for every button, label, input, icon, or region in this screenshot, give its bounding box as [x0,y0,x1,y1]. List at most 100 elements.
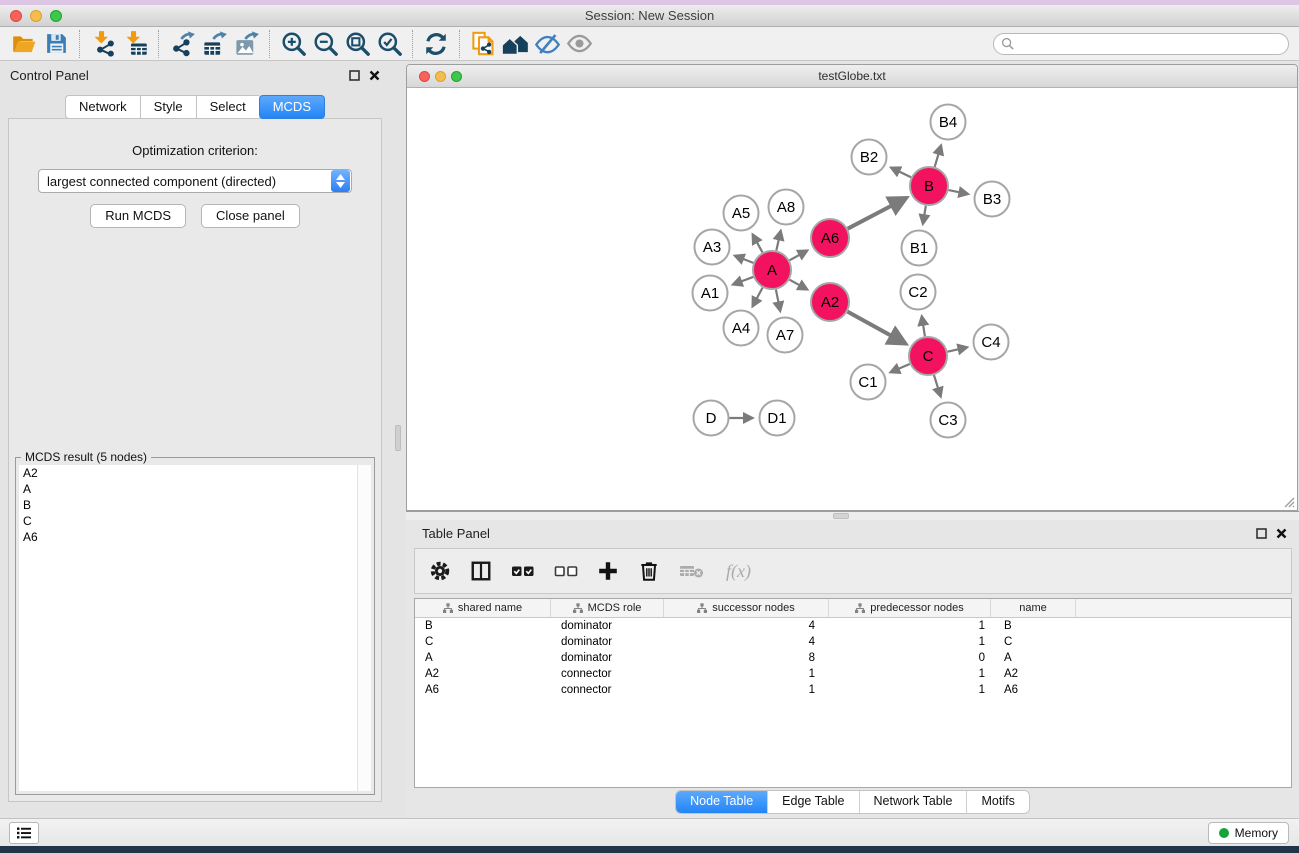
network-window-titlebar[interactable]: testGlobe.txt [407,65,1297,88]
zoom-window-icon[interactable] [50,10,62,22]
mcds-result-item[interactable]: B [19,497,357,513]
new-network-from-selection-icon[interactable] [467,29,499,59]
show-all-icon[interactable] [563,29,595,59]
graph-edge-B-B1[interactable] [923,206,926,224]
graph-edge-C-C2[interactable] [922,316,925,336]
graph-edge-A-A2[interactable] [790,280,808,290]
column-header-predecessor-nodes[interactable]: predecessor nodes [829,599,991,617]
save-session-icon[interactable] [40,29,72,59]
tab-motifs[interactable]: Motifs [967,791,1028,813]
tab-node-table[interactable]: Node Table [676,791,768,813]
tab-style[interactable]: Style [140,95,196,119]
toolbar-search[interactable] [993,33,1289,55]
table-cell: 4 [664,620,829,632]
hide-selected-icon[interactable] [531,29,563,59]
app-titlebar: Session: New Session [0,5,1299,27]
network-canvas[interactable]: B4B2BB3A5A8A6A3B1AA1C2A2A4A7C4CC1C3DD1 [407,88,1297,510]
mcds-result-item[interactable]: C [19,513,357,529]
float-table-panel-icon[interactable] [1256,528,1267,539]
network-minimize-icon[interactable] [435,71,446,82]
table-options-icon[interactable] [429,560,451,582]
network-zoom-icon[interactable] [451,71,462,82]
mcds-result-item[interactable]: A6 [19,529,357,545]
export-table-icon[interactable] [198,29,230,59]
graph-edge-A2-C[interactable] [848,312,906,344]
tab-network[interactable]: Network [65,95,140,119]
close-window-icon[interactable] [10,10,22,22]
graph-node-label-A: A [767,262,777,279]
graph-edge-A-A3[interactable] [735,256,753,263]
minimize-window-icon[interactable] [30,10,42,22]
mcds-result-item[interactable]: A2 [19,465,357,481]
tab-select[interactable]: Select [196,95,259,119]
vertical-splitter[interactable] [390,61,406,818]
zoom-fit-icon[interactable] [341,29,373,59]
network-graph[interactable]: B4B2BB3A5A8A6A3B1AA1C2A2A4A7C4CC1C3DD1 [407,88,1297,510]
tab-mcds[interactable]: MCDS [259,95,325,119]
delete-table-icon[interactable] [679,560,705,582]
graph-edge-A-A6[interactable] [790,251,808,261]
memory-button[interactable]: Memory [1208,822,1289,844]
column-header-shared-name[interactable]: shared name [415,599,551,617]
graph-edge-C-C4[interactable] [948,347,968,351]
table-row[interactable]: Bdominator41B [415,618,1291,634]
horizontal-splitter-handle[interactable] [833,513,849,519]
graph-edge-A-A8[interactable] [776,231,780,251]
search-input[interactable] [1014,35,1288,53]
column-header-name[interactable]: name [991,599,1076,617]
zoom-in-icon[interactable] [277,29,309,59]
tab-network-table[interactable]: Network Table [860,791,968,813]
graph-edge-A6-B[interactable] [848,198,906,229]
vertical-splitter-handle[interactable] [395,425,401,451]
open-session-icon[interactable] [8,29,40,59]
mcds-result-item[interactable]: A [19,481,357,497]
table-row[interactable]: Cdominator41C [415,634,1291,650]
horizontal-splitter[interactable] [406,511,1299,520]
column-header-MCDS-role[interactable]: MCDS role [551,599,664,617]
table-row[interactable]: Adominator80A [415,650,1291,666]
network-close-icon[interactable] [419,71,430,82]
task-history-button[interactable] [9,822,39,844]
graph-edge-A-A7[interactable] [776,290,780,311]
create-column-icon[interactable] [597,560,619,582]
graph-edge-C-C1[interactable] [890,364,909,372]
main-toolbar [0,27,1299,61]
refresh-icon[interactable] [420,29,452,59]
table-cell: C [991,636,1076,648]
column-header-successor-nodes[interactable]: successor nodes [664,599,829,617]
export-network-icon[interactable] [166,29,198,59]
graph-edge-B-B2[interactable] [891,168,911,178]
optimization-criterion-dropdown[interactable]: largest connected component (directed) [38,169,352,193]
graph-edge-C-C3[interactable] [934,375,941,397]
optimization-criterion-label: Optimization criterion: [9,143,381,158]
mcds-result-list[interactable]: A2ABCA6 [19,465,357,791]
graph-edge-B-B3[interactable] [949,190,968,194]
unselect-all-columns-icon[interactable] [554,560,578,582]
graph-edge-A-A5[interactable] [753,235,763,253]
graph-edge-A-A4[interactable] [753,288,763,307]
export-image-icon[interactable] [230,29,262,59]
table-cell: 1 [829,668,991,680]
zoom-out-icon[interactable] [309,29,341,59]
run-mcds-button[interactable]: Run MCDS [90,204,186,228]
import-network-icon[interactable] [87,29,119,59]
resize-grip-icon[interactable] [1281,494,1295,508]
close-table-panel-icon[interactable] [1276,528,1287,539]
function-builder-icon[interactable]: f(x) [724,559,762,583]
import-table-icon[interactable] [119,29,151,59]
mcds-result-scrollbar[interactable] [357,465,371,791]
tab-edge-table[interactable]: Edge Table [768,791,859,813]
graph-edge-B-B4[interactable] [935,145,941,166]
table-row[interactable]: A6connector11A6 [415,682,1291,698]
float-panel-icon[interactable] [349,70,360,81]
graph-edge-A-A1[interactable] [733,277,753,285]
zoom-selected-icon[interactable] [373,29,405,59]
table-row[interactable]: A2connector11A2 [415,666,1291,682]
show-columns-icon[interactable] [470,560,492,582]
node-table[interactable]: shared nameMCDS rolesuccessor nodesprede… [414,598,1292,788]
close-panel-icon[interactable] [369,70,380,81]
delete-columns-icon[interactable] [638,560,660,582]
first-neighbors-icon[interactable] [499,29,531,59]
select-all-columns-icon[interactable] [511,560,535,582]
close-panel-button[interactable]: Close panel [201,204,300,228]
